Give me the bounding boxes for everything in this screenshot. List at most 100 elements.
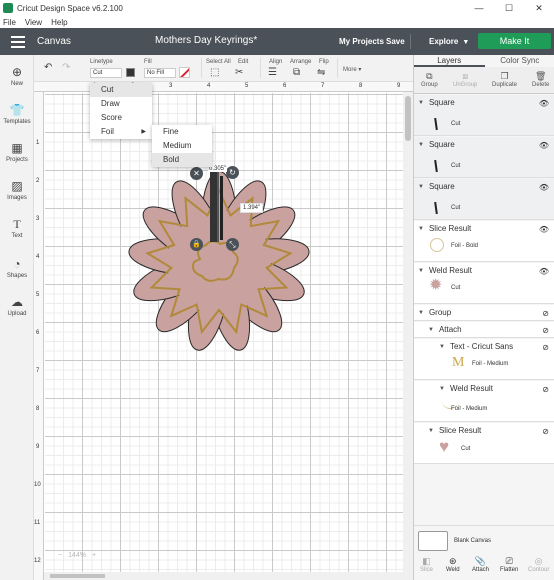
layer-attach[interactable]: ▼ Attach ⊘: [414, 322, 554, 338]
visibility-eye-icon[interactable]: 👁: [539, 141, 549, 150]
my-projects-link[interactable]: My Projects: [339, 37, 384, 46]
toolbar-divider: [337, 58, 338, 78]
close-window-button[interactable]: ✕: [524, 0, 554, 16]
linetype-option-foil[interactable]: Foil ▶: [90, 125, 152, 139]
tab-color-sync[interactable]: Color Sync: [485, 55, 554, 67]
foil-option-bold[interactable]: Bold: [152, 153, 212, 167]
zoom-out-button[interactable]: −: [58, 552, 62, 559]
layer-thumbnail: [434, 201, 438, 215]
layer-header: ▼ Slice Result: [428, 426, 481, 435]
vertical-scroll-thumb[interactable]: [405, 96, 411, 141]
lock-handle-icon[interactable]: 🔒: [190, 238, 203, 251]
menu-file[interactable]: File: [3, 18, 16, 27]
sidebar-item-images[interactable]: ▨ Images: [0, 179, 34, 201]
ruler-tick-label: 9: [397, 83, 401, 89]
square-shape[interactable]: [210, 172, 217, 242]
visibility-eye-icon[interactable]: 👁: [539, 267, 549, 276]
arrange-icon[interactable]: ⧉: [293, 67, 300, 78]
make-it-button[interactable]: Make It: [478, 33, 551, 49]
ruler-tick-label: 8: [359, 83, 363, 89]
project-title: Mothers Day Keyrings*: [155, 35, 258, 46]
visibility-hidden-icon[interactable]: ⊘: [542, 309, 549, 318]
visibility-hidden-icon[interactable]: ⊘: [542, 385, 549, 394]
cricut-app-icon: [3, 3, 13, 13]
tab-layers[interactable]: Layers: [414, 55, 485, 67]
foil-option-fine[interactable]: Fine: [152, 125, 212, 139]
sidebar-item-text[interactable]: T Text: [0, 217, 34, 239]
menu-view[interactable]: View: [25, 18, 42, 27]
ruler-tick-label: 4: [36, 254, 40, 260]
redo-icon[interactable]: ↷: [62, 62, 70, 73]
group-button[interactable]: ⧉ Group: [421, 70, 438, 88]
visibility-hidden-icon[interactable]: ⊘: [542, 427, 549, 436]
square-shape[interactable]: [220, 176, 223, 240]
minimize-button[interactable]: —: [464, 0, 494, 16]
layer-square[interactable]: ▼ Square 👁 Cut: [414, 95, 554, 136]
sidebar-item-projects[interactable]: ▦ Projects: [0, 141, 34, 163]
more-button[interactable]: More ▾: [343, 66, 361, 73]
layer-square[interactable]: ▼ Square 👁 Cut: [414, 179, 554, 220]
edit-scissors-icon[interactable]: ✂: [235, 67, 243, 78]
sidebar-item-upload[interactable]: ☁ Upload: [0, 295, 34, 317]
flatten-icon: ⎚: [505, 556, 513, 566]
save-button[interactable]: Save: [386, 37, 405, 46]
sidebar-item-templates[interactable]: 👕 Templates: [0, 103, 34, 125]
delete-handle-icon[interactable]: ✕: [190, 167, 203, 180]
vertical-scrollbar[interactable]: [403, 92, 413, 580]
chevron-right-icon: ▶: [141, 129, 146, 135]
duplicate-icon: ❐: [500, 71, 509, 81]
linetype-option-draw[interactable]: Draw: [90, 97, 152, 111]
linetype-select[interactable]: Cut: [90, 68, 122, 78]
slice-button[interactable]: ◧ Slice: [420, 555, 433, 573]
heart-thumbnail-icon: ♥: [439, 437, 450, 456]
delete-button[interactable]: 🗑 Delete: [532, 70, 549, 88]
linetype-color-swatch[interactable]: [126, 68, 135, 77]
visibility-eye-icon[interactable]: 👁: [539, 225, 549, 234]
weld-button[interactable]: ⊛ Weld: [446, 555, 460, 573]
horizontal-scroll-thumb[interactable]: [50, 574, 105, 578]
sidebar-item-shapes[interactable]: ◔ Shapes: [0, 257, 34, 279]
linetype-option-cut[interactable]: Cut: [90, 83, 152, 97]
flatten-button[interactable]: ⎚ Flatten: [500, 555, 518, 573]
left-ruler: 1 2 3 4 5 6 7 8 9 10 11 12: [34, 92, 44, 580]
explore-dropdown[interactable]: Explore ▼: [429, 37, 469, 46]
menu-help[interactable]: Help: [51, 18, 67, 27]
ungroup-button[interactable]: ⧈ UnGroup: [453, 70, 477, 88]
visibility-hidden-icon[interactable]: ⊘: [542, 343, 549, 352]
visibility-eye-icon[interactable]: 👁: [539, 99, 549, 108]
maximize-button[interactable]: ☐: [494, 0, 524, 16]
layer-group[interactable]: ▼ Group ⊘: [414, 305, 554, 321]
contour-button[interactable]: ◎ Contour: [528, 555, 549, 573]
linetype-option-score[interactable]: Score: [90, 111, 152, 125]
layer-weld-result[interactable]: ▼ Weld Result ⊘ Foil - Medium: [414, 381, 554, 422]
select-all-icon[interactable]: ⬚: [210, 67, 219, 78]
design-canvas[interactable]: 1 2 3 4 5 6 7 8 9 1 2 3 4 5 6 7 8 9 10 1…: [34, 82, 413, 580]
duplicate-button[interactable]: ❐ Duplicate: [492, 70, 517, 88]
foil-option-medium[interactable]: Medium: [152, 139, 212, 153]
layer-slice-result[interactable]: ▼ Slice Result ⊘ ♥ Cut: [414, 423, 554, 464]
blank-canvas-swatch[interactable]: [418, 531, 448, 551]
attach-button[interactable]: 📎 Attach: [472, 555, 489, 573]
resize-handle-icon[interactable]: ⤡: [226, 238, 239, 251]
layer-square[interactable]: ▼ Square 👁 Cut: [414, 137, 554, 178]
layer-weld-result[interactable]: ▼ Weld Result 👁 ✹ Cut: [414, 263, 554, 304]
zoom-in-button[interactable]: +: [92, 552, 96, 559]
horizontal-scrollbar[interactable]: [44, 572, 403, 580]
undo-icon[interactable]: ↶: [44, 62, 52, 73]
fill-color-swatch[interactable]: [179, 67, 190, 78]
layer-slice-result[interactable]: ▼ Slice Result 👁 Foil - Bold: [414, 221, 554, 262]
flip-icon[interactable]: ⇋: [317, 67, 325, 78]
align-icon[interactable]: ☰: [268, 67, 277, 78]
visibility-eye-icon[interactable]: 👁: [539, 183, 549, 192]
layer-text[interactable]: ▼ Text - Cricut Sans ⊘ M Foil - Medium: [414, 339, 554, 380]
square-shape[interactable]: [217, 168, 219, 242]
shirt-icon: 👕: [9, 103, 25, 117]
visibility-hidden-icon[interactable]: ⊘: [542, 326, 549, 335]
sidebar-item-new[interactable]: ⊕ New: [0, 65, 34, 87]
rotate-handle-icon[interactable]: ↻: [226, 166, 239, 179]
window-title: Cricut Design Space v6.2.100: [17, 3, 123, 13]
fill-select[interactable]: No Fill: [144, 68, 176, 78]
flower-design[interactable]: [104, 142, 334, 382]
trash-icon: 🗑: [534, 71, 547, 81]
hamburger-menu-icon[interactable]: [0, 35, 36, 48]
